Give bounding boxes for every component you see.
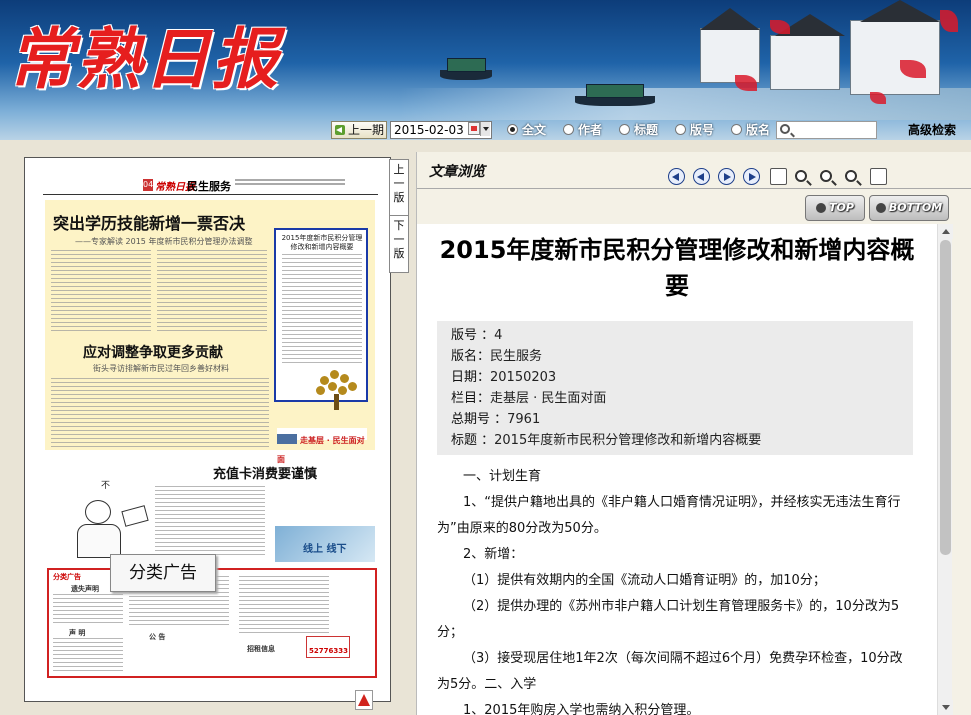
paragraph: 1、“提供户籍地出具的《非户籍人口婚育情况证明》，并经核实无违法生育行为”由原来… <box>437 495 901 536</box>
newspaper-page[interactable]: 04 常熟日报 民生服务 突出学历技能新增一票否决 ——专家解读 2015 年度… <box>24 157 391 702</box>
zoom-out-icon[interactable] <box>845 170 857 182</box>
radio-fulltext[interactable]: 全文 <box>507 122 546 138</box>
article-content: 2015年度新市民积分管理修改和新增内容概要 版号 ：4 版名：民生服务 日期：… <box>417 224 937 715</box>
meta-issue-number: 总期号 ：7961 <box>451 412 541 427</box>
top-button[interactable]: TOP <box>805 195 865 221</box>
next-article-icon[interactable] <box>718 168 735 185</box>
paragraph: （2）提供办理的《苏州市非户籍人口计划生育管理服务卡》的，10分改为5分； <box>437 599 900 640</box>
page-number: 04 <box>143 179 154 191</box>
meta-date: 日期：20150203 <box>451 370 557 385</box>
arrow-left-icon <box>335 125 345 135</box>
radio-page-name[interactable]: 版名 <box>731 122 770 138</box>
scroll-down-icon[interactable] <box>938 700 953 715</box>
paragraph: 1、2015年购房入学也需纳入积分管理。 <box>463 703 700 715</box>
viewer-title: 文章浏览 <box>429 164 485 180</box>
column-tag: 走基层 · 民生面对面 <box>277 428 367 464</box>
chevron-down-icon <box>875 203 886 213</box>
article-body: 一、计划生育 1、“提供户籍地出具的《非户籍人口婚育情况证明》，并经核实无违法生… <box>437 464 913 715</box>
headline-sub: ——专家解读 2015 年度新市民积分管理办法调整 <box>75 237 253 246</box>
headline: 充值卡消费要谨慎 <box>213 467 318 482</box>
ad-image: 线上 线下 <box>275 526 375 562</box>
chevron-up-icon <box>816 203 827 213</box>
article-title: 2015年度新市民积分管理修改和新增内容概要 <box>439 236 915 300</box>
article-scrollbar[interactable] <box>937 224 953 715</box>
meta-column: 栏目：走基层 · 民生面对面 <box>451 391 607 406</box>
article-viewer: 文章浏览 TOP BOTTOM 2015年度新市民积分管理修改和新增内容概要 版… <box>416 152 971 715</box>
phone-ad: 52776333 <box>306 636 350 658</box>
copy-icon[interactable] <box>870 168 887 185</box>
zoom-reset-icon[interactable] <box>820 170 832 182</box>
headline: 突出学历技能新增一票否决 <box>53 214 246 233</box>
logo: 常熟日报 <box>8 20 280 98</box>
search-toolbar: 上一期 2015-02-03 全文 作者 标题 版号 版名 高级检索 <box>0 120 971 140</box>
site-header: 常熟日报 <box>0 0 971 140</box>
search-input[interactable] <box>776 121 877 139</box>
roof-decoration <box>700 8 760 30</box>
newspaper-pane: 04 常熟日报 民生服务 突出学历技能新增一票否决 ——专家解读 2015 年度… <box>0 152 411 715</box>
paragraph: （3）接受现居住地1年2次（每次间隔不超过6个月）免费孕环检查，10分改为5分。… <box>437 651 903 692</box>
next-page-button[interactable]: 下一版 <box>389 215 409 273</box>
boat-decoration <box>440 58 492 80</box>
paragraph: 一、计划生育 <box>463 469 542 484</box>
advanced-search-link[interactable]: 高级检索 <box>908 122 956 138</box>
zoom-in-icon[interactable] <box>795 170 807 182</box>
prev-article-icon[interactable] <box>693 168 710 185</box>
paragraph: （1）提供有效期内的全国《流动人口婚育证明》的，加10分； <box>463 573 826 588</box>
house-decoration <box>770 35 840 90</box>
radio-title[interactable]: 标题 <box>619 122 658 138</box>
house-decoration <box>700 28 760 83</box>
petal-decoration <box>870 92 886 104</box>
last-article-icon[interactable] <box>743 168 760 185</box>
page-section: 民生服务 <box>187 180 231 193</box>
search-icon <box>780 124 790 134</box>
meta-page-number: 版号 ：4 <box>451 328 503 343</box>
headline: 应对调整争取更多贡献 <box>83 345 223 361</box>
list-icon[interactable] <box>770 168 787 185</box>
scroll-thumb[interactable] <box>940 240 951 555</box>
prev-page-button[interactable]: 上一版 <box>389 159 409 217</box>
house-decoration <box>850 20 940 95</box>
cartoon-illustration: 不 <box>55 478 150 560</box>
bottom-button[interactable]: BOTTOM <box>869 195 949 221</box>
classified-ads-label[interactable]: 分类广告 <box>110 554 216 592</box>
tree-icon <box>312 368 362 410</box>
petal-decoration <box>770 20 790 34</box>
page-meta <box>235 179 345 189</box>
boat-decoration <box>575 84 655 106</box>
chevron-down-icon[interactable] <box>480 122 490 136</box>
first-article-icon[interactable] <box>668 168 685 185</box>
meta-title: 标题 ：2015年度新市民积分管理修改和新增内容概要 <box>451 433 762 448</box>
paragraph: 2、新增： <box>463 547 524 562</box>
calendar-icon[interactable] <box>468 122 480 135</box>
radio-page-number[interactable]: 版号 <box>675 122 714 138</box>
radio-author[interactable]: 作者 <box>563 122 602 138</box>
pdf-icon[interactable] <box>355 690 373 710</box>
prev-issue-button[interactable]: 上一期 <box>331 121 387 139</box>
article-meta: 版号 ：4 版名：民生服务 日期：20150203 栏目：走基层 · 民生面对面… <box>437 321 913 455</box>
page-header: 04 常熟日报 民生服务 <box>25 176 390 194</box>
petal-decoration <box>940 10 958 32</box>
meta-page-name: 版名：民生服务 <box>451 349 543 364</box>
roof-decoration <box>860 0 940 22</box>
scroll-up-icon[interactable] <box>938 224 953 239</box>
headline-sub: 街头寻访排解新市民过年回乡善好材料 <box>93 364 229 373</box>
